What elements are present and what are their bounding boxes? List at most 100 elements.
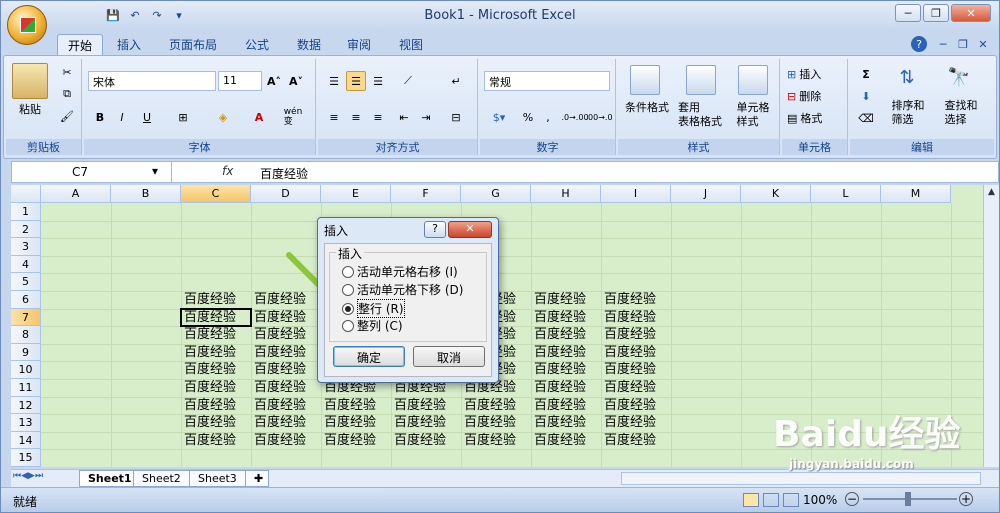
clear-icon[interactable]: ⌫ bbox=[854, 109, 878, 127]
ok-button[interactable]: 确定 bbox=[333, 346, 405, 367]
row-header-8[interactable]: 8 bbox=[11, 326, 41, 344]
dialog-close-button[interactable]: ✕ bbox=[448, 221, 492, 238]
cell-i7[interactable]: 百度经验 bbox=[601, 309, 671, 327]
cell-f12[interactable]: 百度经验 bbox=[391, 397, 461, 415]
scroll-up-icon[interactable]: ▲ bbox=[984, 187, 999, 197]
row-header-5[interactable]: 5 bbox=[11, 273, 41, 291]
cut-icon[interactable]: ✂ bbox=[58, 63, 76, 81]
row-header-10[interactable]: 10 bbox=[11, 361, 41, 379]
sheet-tab-3[interactable]: Sheet3 bbox=[189, 470, 246, 487]
cell-i12[interactable]: 百度经验 bbox=[601, 397, 671, 415]
column-header-g[interactable]: G bbox=[461, 185, 531, 203]
format-as-table-button[interactable]: 套用 表格格式 bbox=[674, 99, 726, 131]
autosum-button[interactable]: Σ bbox=[854, 65, 878, 83]
increase-decimal-button[interactable]: .0→.00 bbox=[561, 107, 588, 127]
cell-c14[interactable]: 百度经验 bbox=[181, 432, 251, 450]
dialog-help-button[interactable]: ? bbox=[424, 221, 446, 238]
column-header-j[interactable]: J bbox=[671, 185, 741, 203]
cell-i6[interactable]: 百度经验 bbox=[601, 291, 671, 309]
cell-d8[interactable]: 百度经验 bbox=[251, 326, 321, 344]
normal-view-icon[interactable] bbox=[743, 493, 759, 507]
underline-button[interactable]: U bbox=[134, 107, 160, 127]
close-button[interactable]: ✕ bbox=[951, 4, 991, 22]
align-right-icon[interactable]: ≡ bbox=[368, 107, 388, 127]
phonetic-button[interactable]: wén 变 bbox=[278, 105, 308, 129]
doc-close-icon[interactable]: ✕ bbox=[975, 36, 991, 52]
font-name-select[interactable]: 宋体 bbox=[88, 71, 216, 91]
radio-entire-row[interactable]: 整行 (R) bbox=[342, 299, 405, 318]
cell-c8[interactable]: 百度经验 bbox=[181, 326, 251, 344]
row-header-1[interactable]: 1 bbox=[11, 203, 41, 221]
cell-i8[interactable]: 百度经验 bbox=[601, 326, 671, 344]
cell-g12[interactable]: 百度经验 bbox=[461, 397, 531, 415]
wrap-text-icon[interactable]: ↵ bbox=[446, 71, 466, 91]
cell-h10[interactable]: 百度经验 bbox=[531, 361, 601, 379]
cell-c9[interactable]: 百度经验 bbox=[181, 344, 251, 362]
find-select-button[interactable]: 查找和 选择 bbox=[936, 97, 986, 129]
row-header-4[interactable]: 4 bbox=[11, 255, 41, 274]
tab-page-layout[interactable]: 页面布局 bbox=[159, 34, 227, 55]
row-header-9[interactable]: 9 bbox=[11, 343, 41, 362]
paste-icon[interactable] bbox=[12, 63, 48, 99]
office-button[interactable] bbox=[7, 5, 47, 45]
insert-function-icon[interactable]: fx bbox=[222, 164, 233, 178]
tab-view[interactable]: 视图 bbox=[389, 34, 433, 55]
zoom-slider-thumb[interactable] bbox=[905, 492, 911, 506]
bold-button[interactable]: B bbox=[90, 107, 110, 127]
align-bottom-icon[interactable]: ☰ bbox=[368, 71, 388, 91]
restore-button[interactable]: ❐ bbox=[923, 4, 949, 22]
radio-shift-right[interactable]: 活动单元格右移 (I) bbox=[342, 263, 458, 280]
radio-entire-column[interactable]: 整列 (C) bbox=[342, 317, 403, 334]
cell-c12[interactable]: 百度经验 bbox=[181, 397, 251, 415]
cell-c11[interactable]: 百度经验 bbox=[181, 379, 251, 397]
cell-d10[interactable]: 百度经验 bbox=[251, 361, 321, 379]
doc-restore-icon[interactable]: ❐ bbox=[955, 36, 971, 52]
tab-review[interactable]: 审阅 bbox=[337, 34, 381, 55]
column-header-i[interactable]: I bbox=[601, 185, 671, 203]
column-header-d[interactable]: D bbox=[251, 185, 321, 203]
zoom-level[interactable]: 100% bbox=[803, 493, 837, 507]
sheet-tab-2[interactable]: Sheet2 bbox=[133, 470, 190, 487]
grow-font-button[interactable]: A˄ bbox=[264, 71, 284, 91]
cell-f14[interactable]: 百度经验 bbox=[391, 432, 461, 450]
delete-cells-button[interactable]: ⊟ 删除 bbox=[786, 87, 844, 105]
cell-i11[interactable]: 百度经验 bbox=[601, 379, 671, 397]
zoom-out-icon[interactable]: − bbox=[845, 492, 859, 506]
cell-d12[interactable]: 百度经验 bbox=[251, 397, 321, 415]
cell-h6[interactable]: 百度经验 bbox=[531, 291, 601, 309]
cell-d14[interactable]: 百度经验 bbox=[251, 432, 321, 450]
orientation-icon[interactable]: ⟋ bbox=[394, 71, 422, 91]
column-header-h[interactable]: H bbox=[531, 185, 601, 203]
row-header-12[interactable]: 12 bbox=[11, 396, 41, 415]
cell-g14[interactable]: 百度经验 bbox=[461, 432, 531, 450]
font-size-select[interactable]: 11 bbox=[218, 71, 262, 91]
currency-icon[interactable]: $▾ bbox=[484, 107, 514, 127]
cell-g13[interactable]: 百度经验 bbox=[461, 414, 531, 432]
align-top-icon[interactable]: ☰ bbox=[324, 71, 344, 91]
align-center-icon[interactable]: ≡ bbox=[346, 107, 366, 127]
row-header-6[interactable]: 6 bbox=[11, 291, 41, 309]
cell-c10[interactable]: 百度经验 bbox=[181, 361, 251, 379]
cell-styles-icon[interactable] bbox=[738, 65, 768, 95]
cell-h11[interactable]: 百度经验 bbox=[531, 379, 601, 397]
row-header-2[interactable]: 2 bbox=[11, 220, 41, 239]
row-header-7[interactable]: 7 bbox=[11, 308, 41, 327]
number-format-select[interactable]: 常规 bbox=[484, 71, 610, 91]
row-header-3[interactable]: 3 bbox=[11, 238, 41, 256]
merge-center-icon[interactable]: ⊟ bbox=[442, 107, 470, 127]
name-box[interactable]: C7 bbox=[12, 162, 172, 182]
insert-sheet-icon[interactable]: ✚ bbox=[245, 470, 269, 487]
cell-d13[interactable]: 百度经验 bbox=[251, 414, 321, 432]
name-box-dropdown-icon[interactable]: ▾ bbox=[152, 164, 158, 178]
cell-d7[interactable]: 百度经验 bbox=[251, 309, 321, 327]
help-icon[interactable]: ? bbox=[911, 36, 927, 52]
cell-e12[interactable]: 百度经验 bbox=[321, 397, 391, 415]
row-header-11[interactable]: 11 bbox=[11, 379, 41, 397]
column-header-f[interactable]: F bbox=[391, 185, 461, 203]
page-layout-view-icon[interactable] bbox=[763, 493, 779, 507]
cell-h9[interactable]: 百度经验 bbox=[531, 344, 601, 362]
percent-button[interactable]: % bbox=[518, 107, 538, 127]
minimize-button[interactable]: ─ bbox=[895, 4, 921, 22]
cell-i14[interactable]: 百度经验 bbox=[601, 432, 671, 450]
tab-home[interactable]: 开始 bbox=[57, 34, 104, 55]
